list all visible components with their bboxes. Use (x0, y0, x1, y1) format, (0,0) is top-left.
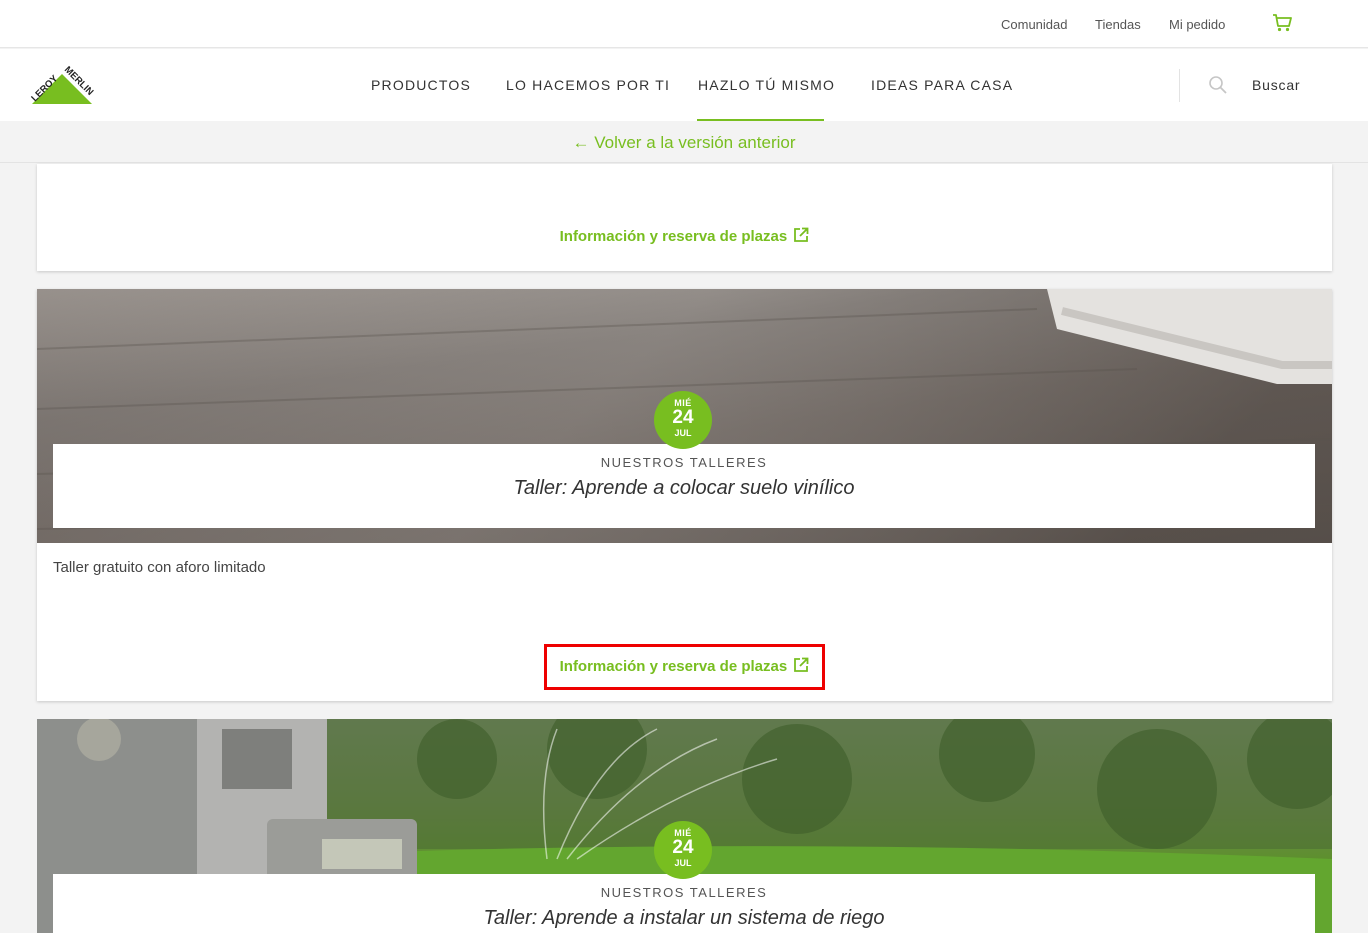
date-month: JUL (674, 428, 692, 438)
cart-icon[interactable] (1272, 14, 1292, 32)
community-link[interactable]: Comunidad (1001, 17, 1068, 32)
back-to-previous-version-link[interactable]: ← Volver a la versión anterior (573, 133, 796, 153)
main-header: LEROY MERLIN PRODUCTOS LO HACEMOS POR TI… (0, 49, 1368, 121)
search-button[interactable]: Buscar (1252, 77, 1300, 93)
card-category: NUESTROS TALLERES (600, 455, 768, 470)
back-bar: ← Volver a la versión anterior (0, 121, 1368, 163)
date-badge: MIÉ 24 JUL (654, 391, 712, 449)
divider (1179, 69, 1180, 102)
info-reservation-link[interactable]: Información y reserva de plazas (37, 227, 1332, 245)
info-reservation-label: Información y reserva de plazas (559, 228, 788, 245)
card-title-box: NUESTROS TALLERES Taller: Aprende a inst… (53, 874, 1315, 933)
event-card: Información y reserva de plazas (37, 164, 1332, 271)
info-reservation-label: Información y reserva de plazas (559, 658, 788, 675)
stores-link[interactable]: Tiendas (1095, 17, 1141, 32)
info-reservation-link[interactable]: Información y reserva de plazas (37, 657, 1332, 675)
leroy-merlin-logo[interactable]: LEROY MERLIN (26, 64, 96, 106)
event-card: MIÉ 24 JUL NUESTROS TALLERES Taller: Apr… (37, 719, 1332, 933)
external-link-icon (794, 657, 809, 672)
date-month: JUL (674, 858, 692, 868)
utility-bar: Comunidad Tiendas Mi pedido (0, 0, 1368, 48)
card-category: NUESTROS TALLERES (600, 885, 768, 900)
nav-diy[interactable]: HAZLO TÚ MISMO (698, 77, 835, 93)
card-title[interactable]: Taller: Aprende a instalar un sistema de… (53, 907, 1315, 930)
search-icon[interactable] (1208, 75, 1228, 95)
date-badge: MIÉ 24 JUL (654, 821, 712, 879)
external-link-icon (794, 227, 809, 242)
nav-products[interactable]: PRODUCTOS (371, 77, 471, 93)
card-title-box: NUESTROS TALLERES Taller: Aprende a colo… (53, 444, 1315, 528)
card-title[interactable]: Taller: Aprende a colocar suelo vinílico (53, 477, 1315, 500)
my-order-link[interactable]: Mi pedido (1169, 17, 1225, 32)
card-description: Taller gratuito con aforo limitado (53, 559, 266, 576)
date-day: 24 (672, 837, 694, 858)
nav-ideas[interactable]: IDEAS PARA CASA (871, 77, 1013, 93)
nav-we-do-it[interactable]: LO HACEMOS POR TI (506, 77, 670, 93)
date-day: 24 (672, 407, 694, 428)
event-card: MIÉ 24 JUL NUESTROS TALLERES Taller: Apr… (37, 289, 1332, 701)
